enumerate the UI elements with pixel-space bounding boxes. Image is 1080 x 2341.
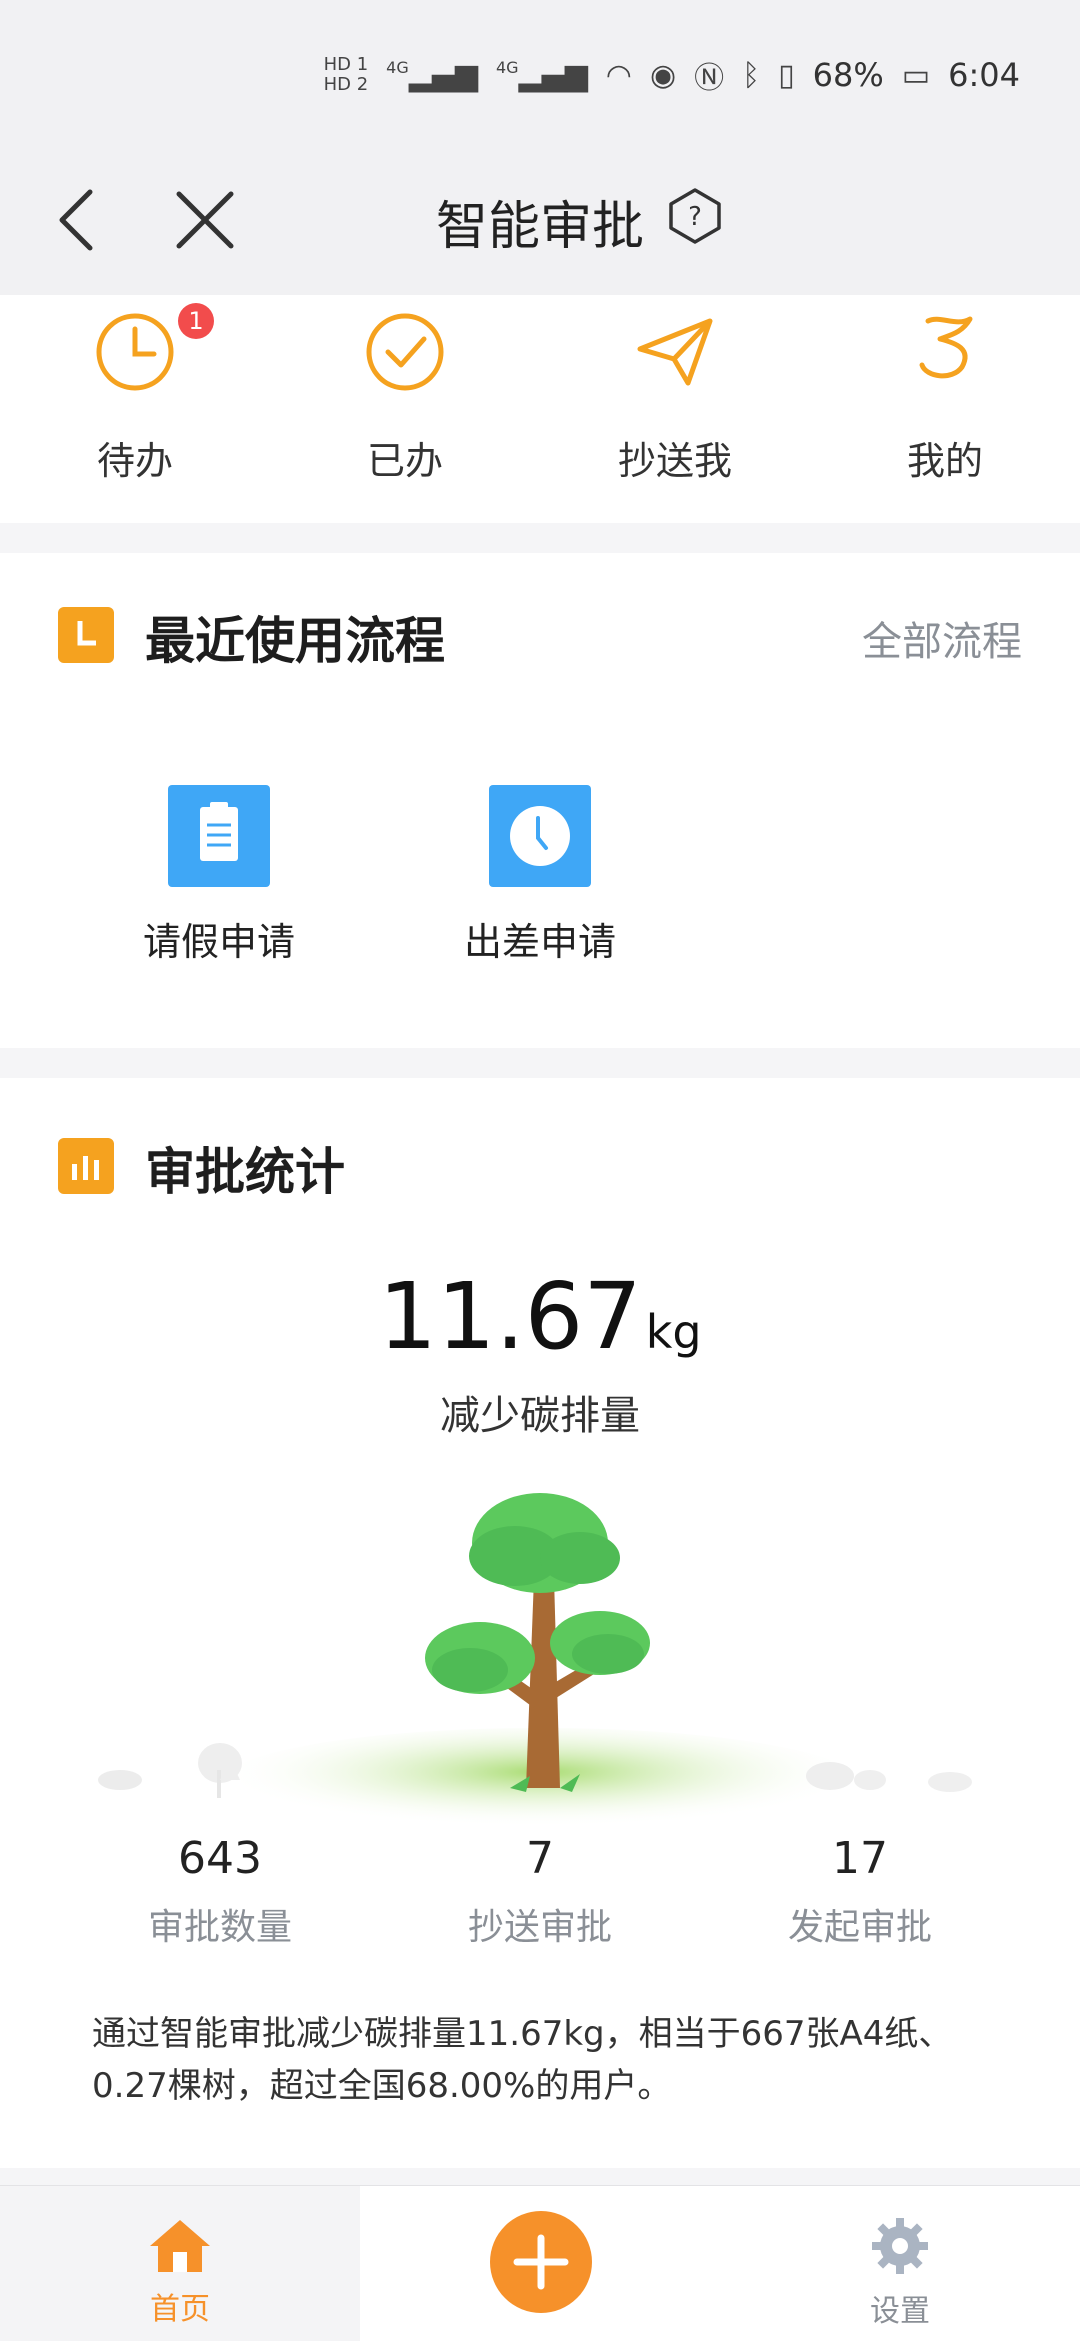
stat-label: 发起审批 [787, 1907, 932, 1948]
tab-home[interactable]: 首页 [0, 2186, 360, 2341]
clipboard-icon [168, 785, 270, 887]
stat-value: 17 [832, 1833, 888, 1884]
recent-section-icon [58, 607, 114, 663]
quick-todo[interactable]: 1 待办 [0, 295, 270, 523]
recent-processes-section: 最近使用流程 全部流程 请假申请 出差申请 [0, 553, 1080, 1048]
plus-icon [513, 2234, 569, 2290]
quick-label: 已办 [366, 439, 443, 483]
vibrate-icon: ▯ [778, 57, 795, 93]
stat-label: 抄送审批 [467, 1907, 612, 1948]
flow-label: 出差申请 [463, 920, 616, 964]
carbon-summary-text: 通过智能审批减少碳排量11.67kg，相当于667张A4纸、0.27棵树，超过全… [92, 2014, 953, 2106]
carbon-reduction-caption: 减少碳排量 [440, 1393, 640, 1439]
add-button[interactable] [490, 2211, 592, 2313]
clock-icon [489, 785, 591, 887]
stat-label: 审批数量 [147, 1907, 292, 1948]
clock-icon [96, 313, 174, 391]
help-icon[interactable]: ? [665, 186, 725, 246]
clock-time: 6:04 [948, 56, 1020, 94]
nav-bar: 智能审批 ? [0, 150, 1080, 295]
paper-plane-icon [637, 318, 713, 386]
quick-cc-me[interactable]: 抄送我 [540, 295, 810, 523]
quick-mine[interactable]: 我的 [810, 295, 1080, 523]
todo-badge: 1 [178, 303, 214, 339]
signal-icon: 4G▂▄▆ [495, 57, 588, 93]
stat-cc-approval: 7 抄送审批 [390, 1833, 690, 1950]
stat-value: 643 [178, 1833, 262, 1884]
stat-approval-count: 643 审批数量 [70, 1833, 370, 1950]
bottom-tab-bar: 首页 设置 [0, 2185, 1080, 2341]
tab-settings[interactable]: 设置 [780, 2186, 1020, 2341]
status-bar: HD 1 HD 2 4G▂▄▆ 4G▂▄▆ ◠ ◉ Ⓝ ᛒ ▯ 68% ▭ 6:0… [0, 0, 1080, 150]
bluetooth-icon: ᛒ [742, 57, 761, 93]
quick-actions: 1 待办 已办 抄送我 我的 [0, 295, 1080, 523]
bar-chart-icon [58, 1138, 114, 1194]
wifi-icon: ◠ [605, 57, 632, 93]
gear-icon [872, 2218, 928, 2274]
quick-label: 待办 [96, 439, 173, 483]
stat-value: 7 [526, 1833, 554, 1884]
quick-label: 我的 [906, 439, 983, 483]
quick-done[interactable]: 已办 [270, 295, 540, 523]
all-processes-link[interactable]: 全部流程 [862, 609, 1022, 667]
carbon-reduction-value: 11.67kg [378, 1263, 702, 1370]
signal-icon: 4G▂▄▆ [386, 57, 478, 93]
stat-initiated-approval: 17 发起审批 [710, 1833, 1010, 1950]
tab-label: 设置 [870, 2294, 930, 2329]
battery-icon: ▭ [901, 57, 931, 93]
flow-business-trip[interactable]: 出差申请 [425, 785, 655, 966]
check-circle-icon [366, 313, 444, 391]
svg-text:?: ? [688, 202, 702, 232]
battery-percent: 68% [812, 56, 884, 94]
home-icon [150, 2220, 210, 2272]
flow-label: 请假申请 [142, 920, 295, 964]
sim-hd-icon: HD 1 HD 2 [323, 54, 369, 95]
flag-icon [919, 316, 973, 379]
page-title: 智能审批 [435, 197, 644, 257]
eye-icon: ◉ [649, 57, 677, 93]
nfc-icon: Ⓝ [694, 61, 725, 96]
section-title: 最近使用流程 [145, 612, 445, 670]
approval-stats-section: 审批统计 11.67kg 减少碳排量 643 审批数量 7 抄送审批 17 发起… [0, 1078, 1080, 2168]
flow-leave-request[interactable]: 请假申请 [104, 785, 334, 966]
section-title: 审批统计 [145, 1143, 345, 1201]
quick-label: 抄送我 [617, 439, 732, 483]
tab-label: 首页 [150, 2292, 210, 2327]
